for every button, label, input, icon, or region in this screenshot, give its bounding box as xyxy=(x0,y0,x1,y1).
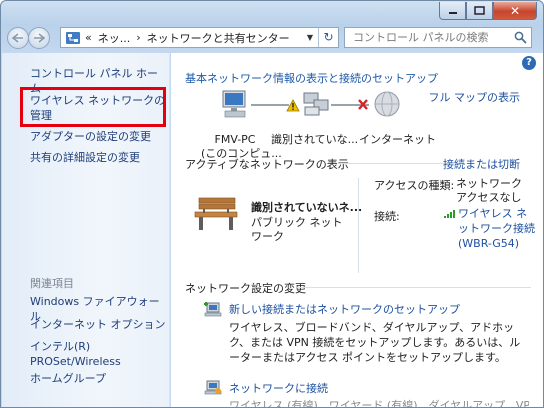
search-input[interactable]: コントロール パネルの検索 xyxy=(353,31,489,44)
connect-network-icon xyxy=(204,380,222,395)
search-icon[interactable] xyxy=(514,31,527,44)
close-icon: ✕ xyxy=(509,3,521,18)
connect-to-network-link[interactable]: ネットワークに接続 xyxy=(229,380,328,396)
vertical-divider xyxy=(358,178,359,273)
connect-network-description: ワイヤレス (有線)、ワイヤード (有線)、ダイヤルアップ、VPN xyxy=(229,399,529,408)
address-separator[interactable]: › xyxy=(136,31,140,44)
address-dropdown-icon[interactable]: ▼ xyxy=(304,28,316,47)
back-button[interactable] xyxy=(7,27,29,49)
new-connection-description: ワイヤレス、ブロードバンド、ダイヤルアップ、アドホック、または VPN 接続をセ… xyxy=(229,321,521,364)
minimize-button[interactable] xyxy=(439,2,466,20)
active-networks-heading: アクティブなネットワークの表示 xyxy=(185,158,349,171)
address-crumb-network[interactable]: ネッ... xyxy=(98,30,131,46)
new-connection-icon xyxy=(204,302,222,317)
address-overflow[interactable]: « xyxy=(85,31,92,44)
close-button[interactable]: ✕ xyxy=(493,2,537,20)
unidentified-network-icon xyxy=(303,92,329,116)
maximize-icon xyxy=(474,6,485,15)
wireless-connection-link[interactable]: ワイヤレス ネットワーク接続 (WBR-G54) xyxy=(458,206,538,251)
caption-buttons: ✕ xyxy=(439,2,537,20)
forward-arrow-icon xyxy=(34,33,45,43)
network-name: 識別されていないネ... xyxy=(251,201,363,214)
change-settings-heading: ネットワーク設定の変更 xyxy=(185,282,306,295)
network-center-icon xyxy=(66,31,80,44)
navigation-bar: « ネッ... › ネットワークと共有センター ▼ ↻ コントロール パネルの検… xyxy=(1,26,543,52)
access-type-value: ネットワーク アクセスなし xyxy=(456,177,522,204)
internet-globe-icon xyxy=(374,91,400,117)
wifi-signal-icon xyxy=(444,210,455,218)
connect-disconnect-link[interactable]: 接続または切断 xyxy=(443,156,520,172)
minimize-icon xyxy=(448,11,457,14)
sidebar-related-heading: 関連項目 xyxy=(30,277,74,290)
sidebar-item-internet-options[interactable]: インターネット オプション xyxy=(30,317,166,332)
page-title: 基本ネットワーク情報の表示と接続のセットアップ xyxy=(185,72,438,85)
maximize-button[interactable] xyxy=(466,2,493,20)
address-bar[interactable]: « ネッ... › ネットワークと共有センター ▼ ↻ xyxy=(60,27,339,48)
sidebar-item-adapter-settings[interactable]: アダプターの設定の変更 xyxy=(30,129,166,144)
computer-icon xyxy=(222,90,246,118)
network-map xyxy=(222,90,400,118)
back-arrow-icon xyxy=(12,33,23,43)
window: ✕ « ネッ... › ネットワークと共有センター ▼ ↻ コントロール パネル… xyxy=(0,0,544,408)
access-type-label: アクセスの種類: xyxy=(374,179,455,192)
sidebar-item-homegroup[interactable]: ホームグループ xyxy=(30,371,166,386)
sidebar-item-proset[interactable]: インテル(R) PROSet/Wireless xyxy=(30,339,166,369)
main-content: ? 基本ネットワーク情報の表示と接続のセットアップ フル マップの表示 FMV-… xyxy=(171,53,543,408)
help-icon[interactable]: ? xyxy=(522,56,536,70)
forward-button[interactable] xyxy=(28,27,50,49)
sidebar: コントロール パネル ホーム ワイヤレス ネットワークの管理 アダプターの設定の… xyxy=(2,53,170,407)
address-crumb-sharing-center[interactable]: ネットワークと共有センター xyxy=(147,30,290,46)
map-pc-name: FMV-PC xyxy=(214,133,256,146)
public-network-bench-icon xyxy=(194,197,238,230)
connections-label: 接続: xyxy=(374,210,400,223)
section-divider xyxy=(339,163,447,164)
sidebar-item-advanced-sharing[interactable]: 共有の詳細設定の変更 xyxy=(30,150,166,165)
new-connection-link[interactable]: 新しい接続またはネットワークのセットアップ xyxy=(229,301,460,317)
search-box[interactable]: コントロール パネルの検索 xyxy=(344,27,532,48)
full-map-link[interactable]: フル マップの表示 xyxy=(429,89,521,105)
section-divider xyxy=(297,287,531,288)
refresh-icon[interactable]: ↻ xyxy=(318,28,338,47)
network-type-link[interactable]: パブリック ネットワーク xyxy=(251,216,351,244)
map-unidentified-network: 識別されていな... xyxy=(271,133,359,146)
sidebar-item-manage-wireless[interactable]: ワイヤレス ネットワークの管理 xyxy=(30,93,166,123)
map-internet: インターネット xyxy=(359,133,436,146)
